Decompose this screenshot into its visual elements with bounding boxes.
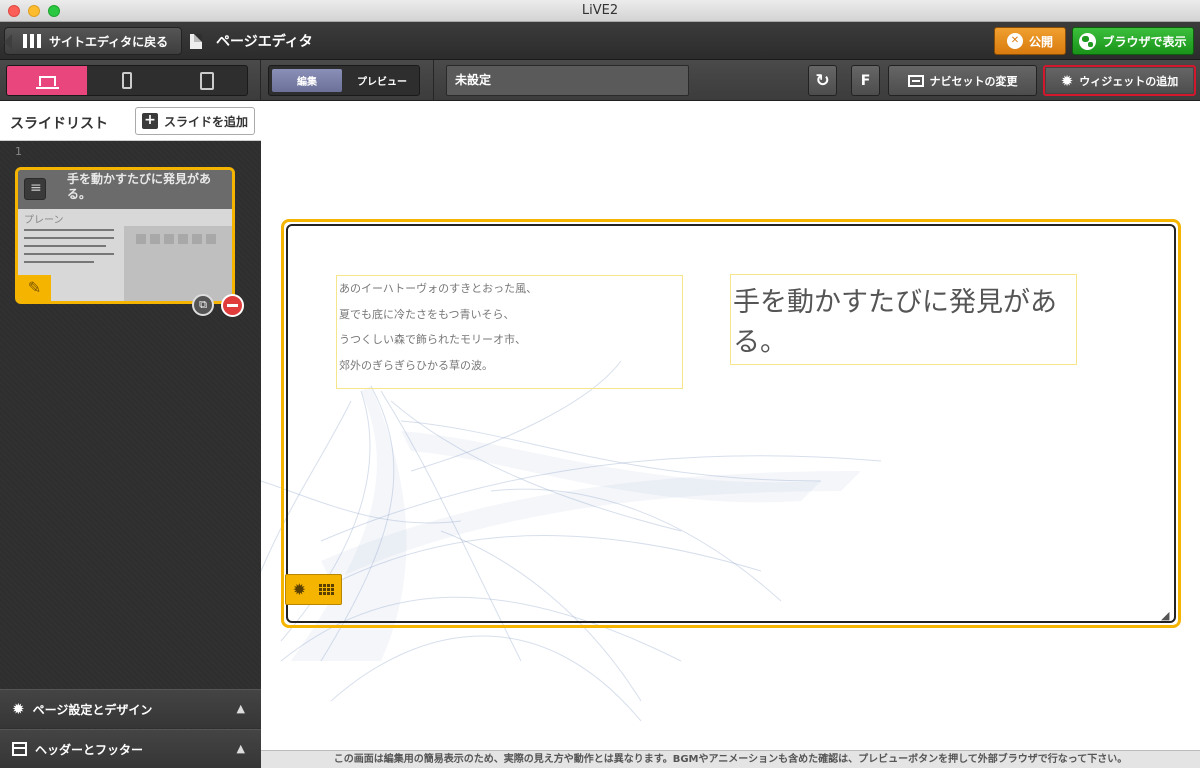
resize-handle-icon[interactable]: ◢	[1161, 609, 1169, 622]
header-footer-icon	[12, 742, 27, 756]
slide-thumbnail-header: 手を動かすたびに発見がある。	[18, 170, 232, 209]
body-text-line: 郊外のぎらぎらひかる草の波。	[339, 358, 493, 372]
minimize-window-button[interactable]	[28, 5, 40, 17]
slide-list-title: スライドリスト	[10, 116, 108, 132]
gear-icon: ✹	[1060, 71, 1074, 90]
page-title-label: ページエディタ	[216, 34, 313, 50]
refresh-icon: ↻	[815, 70, 830, 91]
toolbar-divider	[433, 60, 434, 101]
window-title: LiVE2	[581, 3, 619, 18]
duplicate-slide-button[interactable]: ⧉	[192, 294, 214, 316]
slide-layout-label: プレーン	[24, 215, 64, 226]
mode-switcher: 編集 プレビュー	[268, 65, 420, 96]
text-line	[24, 237, 114, 239]
body-text-widget[interactable]: あのイーハトーヴォのすきとおった風、 夏でも底に冷たさをもつ青いそら、 うつくし…	[336, 275, 683, 389]
preview-mode-button[interactable]: プレビュー	[345, 66, 419, 95]
copy-icon: ⧉	[199, 298, 207, 311]
zoom-window-button[interactable]	[48, 5, 60, 17]
heading-text-widget[interactable]: 手を動かすたびに発見がある。	[730, 274, 1077, 365]
placeholder-square	[164, 234, 174, 244]
device-phone-button[interactable]	[87, 66, 167, 95]
chevron-up-icon: ▲	[236, 702, 245, 715]
publish-button[interactable]: ✕ 公開	[994, 27, 1066, 55]
smartphone-icon	[122, 72, 132, 89]
text-line	[24, 245, 106, 247]
window-titlebar: LiVE2	[0, 0, 1200, 22]
close-window-button[interactable]	[8, 5, 20, 17]
slide-thumbnail[interactable]: 手を動かすたびに発見がある。 プレーン ✎	[15, 167, 235, 304]
placeholder-square	[150, 234, 160, 244]
main-toolbar: サイトエディタに戻る ページエディタ ✕ 公開 ブラウザで表示	[0, 22, 1200, 60]
page-title: ページエディタ	[190, 27, 313, 55]
add-widget-button[interactable]: ✹ ウィジェットの追加	[1043, 65, 1196, 96]
placeholder-square	[206, 234, 216, 244]
refresh-button[interactable]: ↻	[808, 65, 837, 96]
placeholder-square	[136, 234, 146, 244]
back-to-site-editor-button[interactable]: サイトエディタに戻る	[4, 27, 182, 55]
add-widget-label: ウィジェットの追加	[1079, 74, 1179, 88]
page-settings-label: ページ設定とデザイン	[32, 702, 153, 717]
pencil-icon: ✎	[27, 278, 42, 297]
device-desktop-button[interactable]	[7, 66, 87, 95]
delete-slide-button[interactable]	[221, 294, 244, 317]
placeholder-square	[178, 234, 188, 244]
device-tablet-button[interactable]	[167, 66, 247, 95]
plus-icon: +	[142, 113, 158, 129]
image-placeholder	[124, 226, 232, 301]
document-icon	[190, 33, 202, 49]
back-button-label: サイトエディタに戻る	[49, 34, 169, 49]
add-slide-label: スライドを追加	[164, 114, 249, 129]
text-line	[24, 261, 94, 263]
change-naviset-label: ナビセットの変更	[929, 74, 1018, 88]
f-button[interactable]: F	[851, 65, 880, 96]
laptop-icon	[35, 75, 59, 89]
editor-canvas: あのイーハトーヴォのすきとおった風、 夏でも底に冷たさをもつ青いそら、 うつくし…	[261, 101, 1200, 750]
slide-thumbnail-title: 手を動かすたびに発見がある。	[67, 172, 212, 201]
gear-icon: ✹	[12, 700, 25, 718]
body-text-line: 夏でも底に冷たさをもつ青いそら、	[339, 307, 515, 321]
text-line	[24, 229, 114, 231]
tablet-icon	[200, 71, 214, 90]
publish-icon: ✕	[1006, 33, 1023, 49]
edit-mode-button[interactable]: 編集	[272, 69, 342, 92]
device-switcher	[6, 65, 248, 96]
chevron-up-icon: ▲	[236, 742, 245, 755]
editor-toolbar: 編集 プレビュー 未設定 ↻ F ナビセットの変更 ✹ ウィジェットの追加	[0, 60, 1200, 101]
grid-layout-icon[interactable]	[319, 584, 335, 595]
body-text-line: うつくしい森で飾られたモリーオ市、	[339, 333, 526, 346]
placeholder-square	[192, 234, 202, 244]
slide-tools: ✹	[285, 574, 342, 605]
slide-sidebar: スライドリスト + スライドを追加 1 手を動かすたびに発見がある。 プレーン	[0, 101, 261, 768]
globe-icon	[1079, 32, 1097, 50]
publish-button-label: 公開	[1028, 34, 1053, 49]
slide-number: 1	[15, 145, 22, 158]
page-settings-accordion[interactable]: ✹ ページ設定とデザイン ▲	[0, 689, 261, 728]
header-footer-accordion[interactable]: ヘッダーとフッター ▲	[0, 729, 261, 768]
text-document-icon	[24, 178, 46, 200]
columns-icon	[23, 34, 41, 48]
toolbar-divider	[260, 60, 261, 101]
body-text-line: あのイーハトーヴォのすきとおった風、	[339, 282, 538, 295]
naviset-icon	[907, 74, 924, 87]
heading-text: 手を動かすたびに発見がある。	[733, 287, 1057, 358]
header-footer-label: ヘッダーとフッター	[35, 742, 144, 757]
change-naviset-button[interactable]: ナビセットの変更	[888, 65, 1037, 96]
view-in-browser-button[interactable]: ブラウザで表示	[1072, 27, 1194, 55]
navigation-select[interactable]: 未設定	[446, 65, 689, 96]
view-in-browser-label: ブラウザで表示	[1102, 34, 1187, 49]
text-line	[24, 253, 114, 255]
back-arrow-icon	[4, 34, 12, 50]
add-slide-button[interactable]: + スライドを追加	[135, 107, 255, 135]
slide-settings-gear-icon[interactable]: ✹	[293, 580, 306, 599]
slide-list-header: スライドリスト + スライドを追加	[0, 101, 261, 141]
edit-slide-button[interactable]: ✎	[18, 275, 51, 301]
editor-notice: この画面は編集用の簡易表示のため、実際の見え方や動作とは異なります。BGMやアニ…	[261, 750, 1200, 768]
